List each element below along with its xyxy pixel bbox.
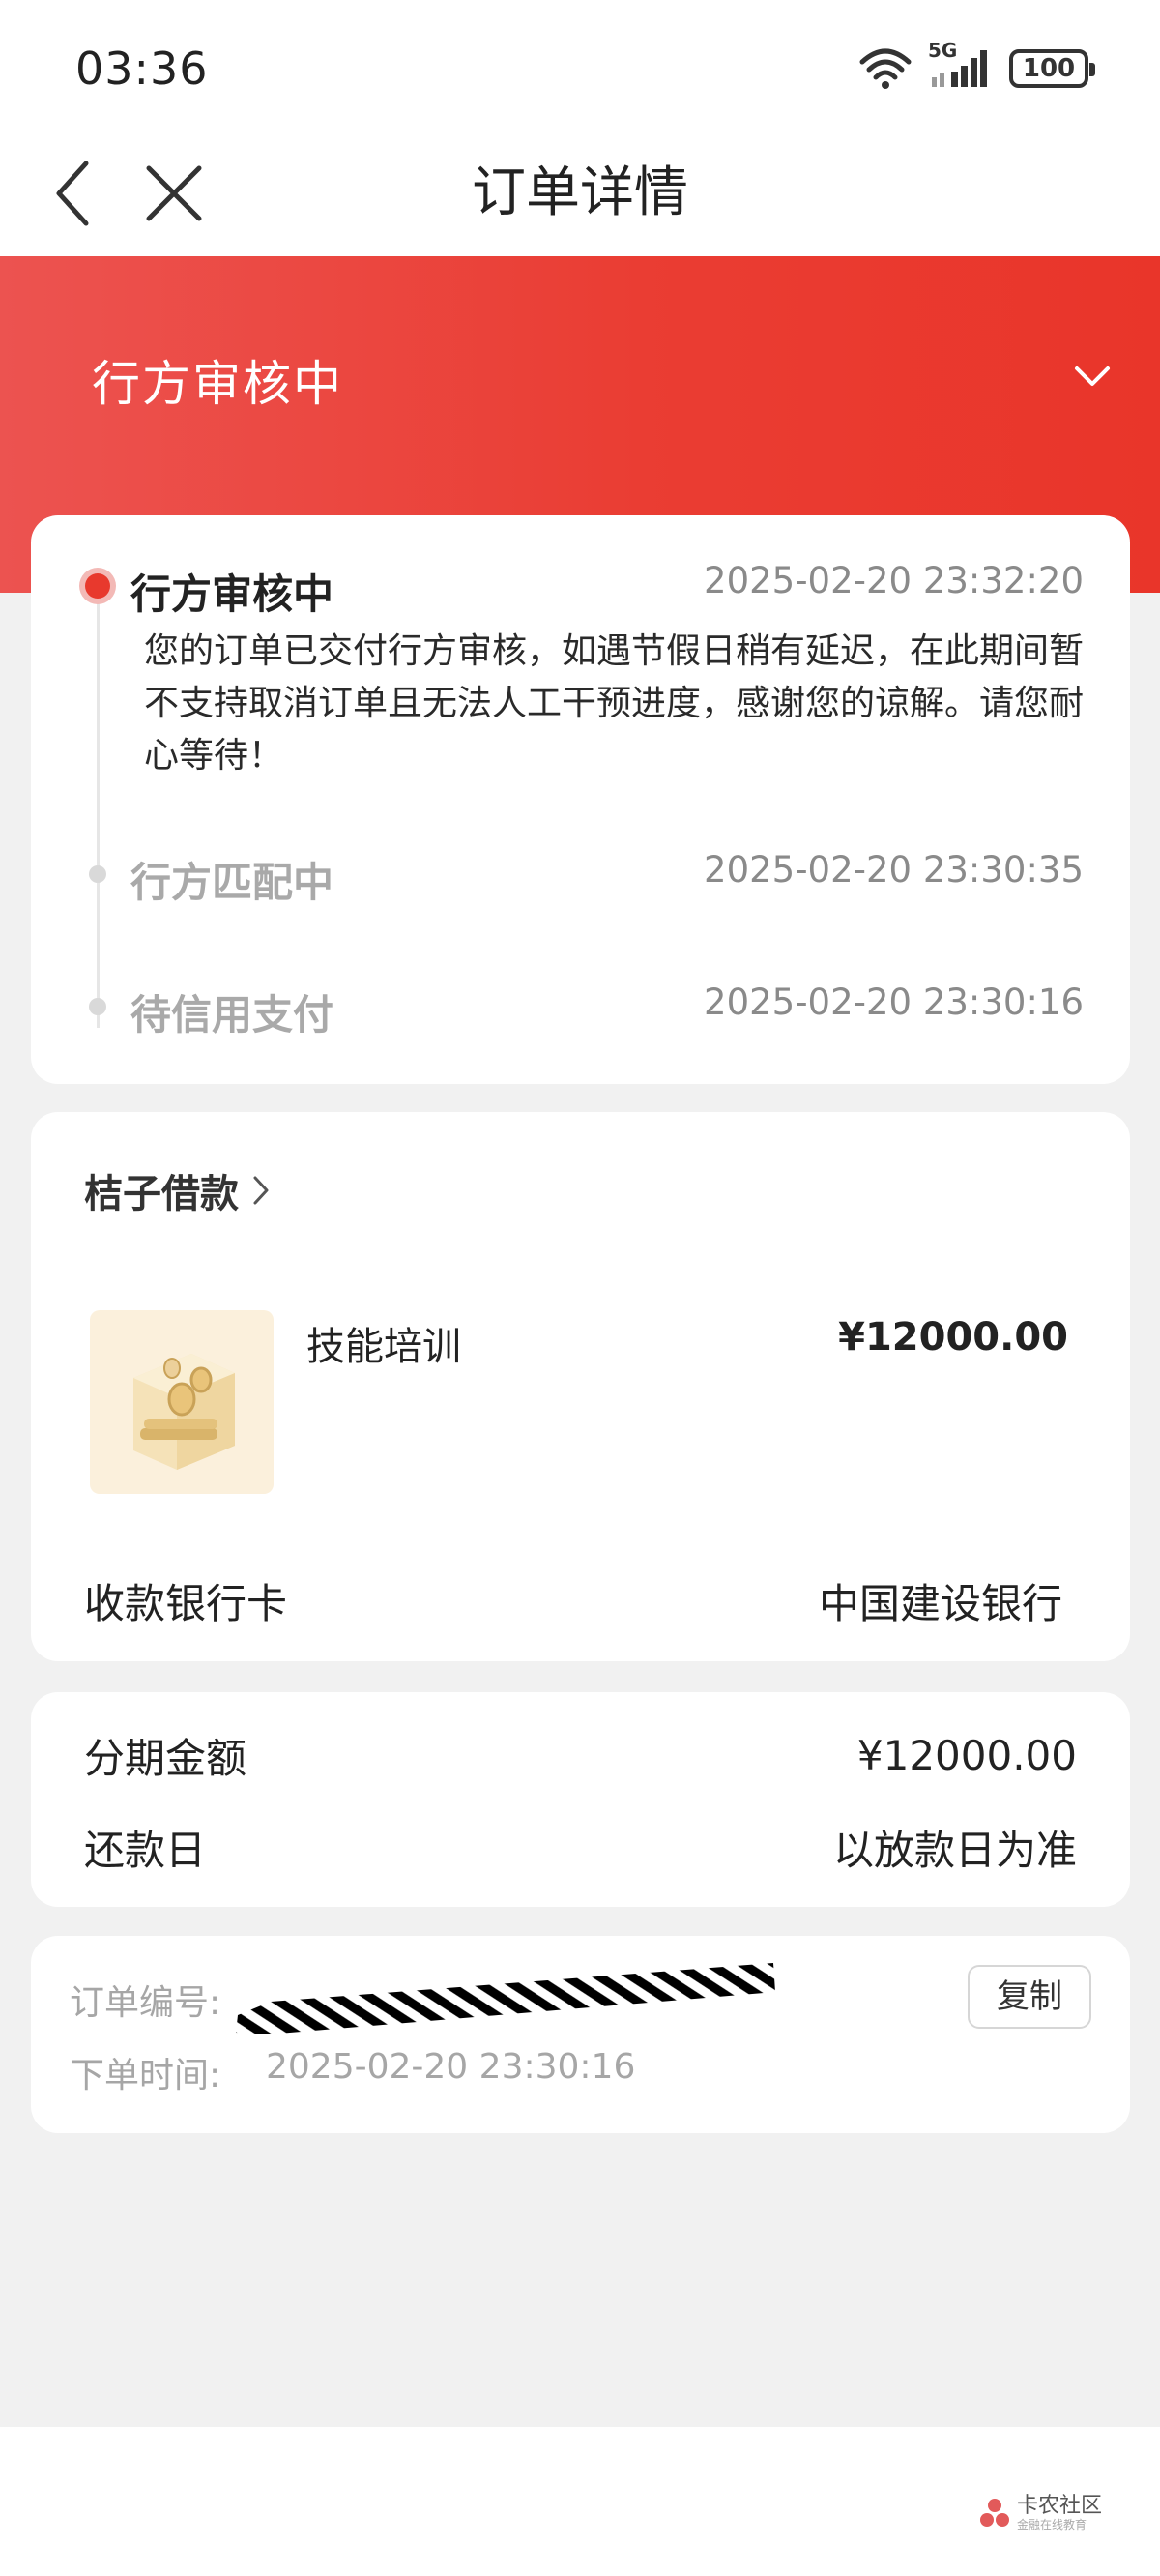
- chevron-down-icon: [1075, 366, 1110, 386]
- repayment-day-label: 还款日: [84, 1826, 207, 1874]
- timeline-step-time: 2025-02-20 23:30:35: [704, 849, 1084, 891]
- watermark: 卡农社区 金融在线教育: [978, 2495, 1102, 2532]
- product-price: ¥12000.00: [838, 1315, 1068, 1360]
- installment-card: 分期金额 ¥12000.00 还款日 以放款日为准: [31, 1692, 1130, 1907]
- product-image: [90, 1310, 274, 1494]
- timeline-dot: [89, 865, 106, 883]
- wifi-icon: [859, 48, 912, 89]
- copy-button[interactable]: 复制: [968, 1965, 1091, 2029]
- timeline-step-title: 行方审核中: [130, 571, 334, 618]
- order-time-value: 2025-02-20 23:30:16: [266, 2047, 636, 2087]
- timeline-dot-active: [79, 568, 116, 604]
- bank-card-label: 收款银行卡: [84, 1580, 288, 1627]
- battery-icon: 100: [1009, 49, 1095, 88]
- chevron-right-icon: [253, 1176, 269, 1205]
- watermark-logo-icon: [979, 2499, 1009, 2527]
- timeline-dot: [89, 998, 106, 1015]
- order-number-label: 订单编号:: [70, 1983, 221, 2023]
- coin-box-icon: [133, 1354, 235, 1470]
- merchant-link[interactable]: 桔子借款: [84, 1162, 272, 1218]
- timeline-line: [97, 602, 100, 1028]
- product-name: 技能培训: [306, 1325, 461, 1369]
- status-time: 03:36: [75, 43, 209, 95]
- bank-card-value: 中国建设银行: [818, 1580, 1062, 1627]
- banner-expand-button[interactable]: [1063, 353, 1121, 401]
- redaction-scribble: [236, 1963, 775, 2034]
- watermark-subtext: 金融在线教育: [1016, 2518, 1087, 2532]
- timeline-card: 行方审核中 2025-02-20 23:32:20 您的订单已交付行方审核，如遇…: [31, 515, 1130, 1084]
- repayment-day-row: 还款日 以放款日为准: [84, 1818, 1077, 1876]
- repayment-day-value: 以放款日为准: [832, 1826, 1077, 1874]
- merchant-name: 桔子借款: [84, 1172, 239, 1216]
- merchant-card: 桔子借款 技能培训 ¥12000.00 收款银行卡 中国建设银行: [31, 1112, 1130, 1661]
- banner-status: 行方审核中: [92, 356, 343, 412]
- installment-amount-label: 分期金额: [84, 1734, 247, 1782]
- installment-amount-row: 分期金额 ¥12000.00: [84, 1726, 1077, 1784]
- signal-icon: 5G: [926, 39, 996, 93]
- timeline-step-title: 行方匹配中: [130, 859, 334, 906]
- timeline-step-title: 待信用支付: [130, 991, 334, 1039]
- nav-bar: 订单详情: [0, 140, 1160, 256]
- installment-amount-value: ¥12000.00: [856, 1731, 1077, 1779]
- status-icons: 5G 100: [858, 39, 1095, 93]
- page-title: 订单详情: [472, 161, 688, 224]
- timeline-step-description: 您的订单已交付行方审核，如遇节假日稍有延迟，在此期间暂不支持取消订单且无法人工干…: [144, 631, 1085, 776]
- timeline-step-time: 2025-02-20 23:32:20: [704, 560, 1084, 601]
- order-info-card: 订单编号: 复制 下单时间: 2025-02-20 23:30:16: [31, 1936, 1130, 2133]
- order-time-label: 下单时间:: [70, 2056, 221, 2095]
- status-bar: 03:36 5G 100: [0, 0, 1160, 140]
- watermark-text: 卡农社区: [1016, 2494, 1102, 2518]
- timeline-step-time: 2025-02-20 23:30:16: [704, 981, 1084, 1023]
